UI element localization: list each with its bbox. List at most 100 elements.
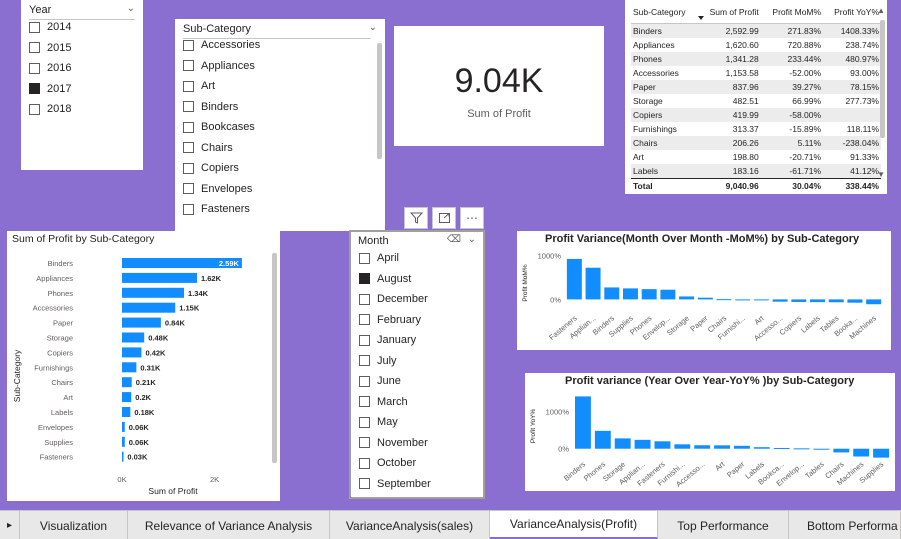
bar-furnishi[interactable] <box>674 444 691 449</box>
bar-fasteners[interactable] <box>654 441 671 449</box>
checkbox[interactable] <box>359 252 370 264</box>
matrix-header[interactable]: Profit YoY% <box>823 4 881 24</box>
year-option-2018[interactable]: 2018 <box>29 103 71 115</box>
bar-machines[interactable] <box>853 448 870 457</box>
bar-storage[interactable] <box>122 332 145 343</box>
checkbox[interactable] <box>183 121 194 133</box>
checkbox[interactable] <box>183 203 194 215</box>
chevron-down-icon[interactable]: ⌄ <box>468 234 476 245</box>
tab-varianceanalysis-profit[interactable]: VarianceAnalysis(Profit) <box>490 511 658 539</box>
checkbox[interactable] <box>359 314 370 325</box>
bar-art[interactable] <box>714 445 731 449</box>
checkbox[interactable] <box>29 21 40 33</box>
scrollbar[interactable] <box>880 20 885 138</box>
month-option-may[interactable]: May <box>359 416 398 428</box>
bar-chairs[interactable] <box>716 299 732 301</box>
bar-paper[interactable] <box>122 317 161 328</box>
checkbox[interactable] <box>359 334 370 346</box>
subcategory-option-appliances[interactable]: Appliances <box>183 60 255 72</box>
bar-fasteners[interactable] <box>566 258 582 300</box>
bar-binders[interactable] <box>574 396 591 449</box>
bar-storage[interactable] <box>614 438 631 449</box>
bar-phones[interactable] <box>122 287 185 298</box>
checkbox[interactable] <box>359 273 370 284</box>
tab-relevance-of-variance-analysis[interactable]: Relevance of Variance Analysis <box>128 511 330 539</box>
subcategory-option-bookcases[interactable]: Bookcases <box>183 121 255 133</box>
chevron-down-icon[interactable]: ⌄ <box>127 3 135 14</box>
bar-chairs[interactable] <box>122 377 132 388</box>
checkbox[interactable] <box>29 62 40 74</box>
checkbox[interactable] <box>359 293 370 305</box>
bar-applian[interactable] <box>634 439 651 449</box>
month-option-november[interactable]: November <box>359 437 428 449</box>
checkbox[interactable] <box>183 101 194 112</box>
checkbox[interactable] <box>183 142 194 153</box>
bar-accesso[interactable] <box>694 445 711 449</box>
tab-varianceanalysis-sales[interactable]: VarianceAnalysis(sales) <box>330 511 490 539</box>
month-option-february[interactable]: February <box>359 314 421 326</box>
checkbox[interactable] <box>359 478 370 489</box>
scrollbar[interactable] <box>377 43 382 159</box>
checkbox[interactable] <box>183 80 194 92</box>
bar-phones[interactable] <box>641 289 657 300</box>
tab-top-performance[interactable]: Top Performance <box>658 511 789 539</box>
bar-applian[interactable] <box>585 267 601 300</box>
chevron-down-icon[interactable]: ⌄ <box>369 22 377 33</box>
year-option-2015[interactable]: 2015 <box>29 42 71 54</box>
bar-storage[interactable] <box>679 296 695 300</box>
scrollbar[interactable] <box>272 253 277 463</box>
bar-tables[interactable] <box>828 299 844 303</box>
bar-accesso[interactable] <box>772 299 788 302</box>
bar-supplies[interactable] <box>873 448 890 458</box>
bar-furnishi[interactable] <box>735 299 751 301</box>
filter-icon[interactable] <box>404 207 428 229</box>
checkbox[interactable] <box>359 437 370 448</box>
scroll-down-icon[interactable]: ▼ <box>877 170 885 179</box>
bar-furnishings[interactable] <box>122 362 137 373</box>
bar-supplies[interactable] <box>122 436 125 447</box>
matrix-header[interactable]: Profit MoM% <box>760 4 824 24</box>
month-option-june[interactable]: June <box>359 375 401 387</box>
bar-art[interactable] <box>753 299 769 301</box>
checkbox[interactable] <box>29 83 40 94</box>
bar-accessories[interactable] <box>122 302 176 313</box>
month-option-march[interactable]: March <box>359 396 408 408</box>
tab-bottom-performa[interactable]: Bottom Performa <box>789 511 901 539</box>
checkbox[interactable] <box>359 457 370 469</box>
subcategory-option-fasteners[interactable]: Fasteners <box>183 203 250 215</box>
month-option-december[interactable]: December <box>359 293 428 305</box>
matrix-header[interactable]: Sum of Profit <box>697 4 761 24</box>
month-option-july[interactable]: July <box>359 355 397 367</box>
year-option-2014[interactable]: 2014 <box>29 21 71 33</box>
bar-labels[interactable] <box>122 407 131 417</box>
bar-chairs[interactable] <box>833 448 850 453</box>
bar-paper[interactable] <box>733 445 750 449</box>
checkbox[interactable] <box>29 103 40 115</box>
bar-paper[interactable] <box>697 297 713 300</box>
focus-mode-icon[interactable] <box>432 207 456 229</box>
month-option-october[interactable]: October <box>359 457 416 469</box>
checkbox[interactable] <box>183 39 194 51</box>
bar-labels[interactable] <box>753 447 770 449</box>
checkbox[interactable] <box>183 183 194 194</box>
bar-appliances[interactable] <box>122 272 197 283</box>
checkbox[interactable] <box>183 60 194 71</box>
bar-binders[interactable] <box>604 287 620 300</box>
year-option-2016[interactable]: 2016 <box>29 62 71 74</box>
tab-scroll-prev[interactable]: ▸ <box>0 511 20 539</box>
matrix-header[interactable]: Sub-Category <box>631 4 698 24</box>
month-option-january[interactable]: January <box>359 334 416 346</box>
checkbox[interactable] <box>359 416 370 428</box>
bar-phones[interactable] <box>594 430 611 449</box>
bar-booka[interactable] <box>847 299 863 303</box>
bar-machines[interactable] <box>866 299 882 305</box>
bar-supplies[interactable] <box>622 288 638 300</box>
month-option-september[interactable]: September <box>359 478 431 490</box>
month-option-april[interactable]: April <box>359 252 399 264</box>
bar-tables[interactable] <box>813 448 830 450</box>
bar-bookca[interactable] <box>773 447 790 449</box>
more-options-icon[interactable]: ⋯ <box>460 207 484 229</box>
bar-envelop[interactable] <box>793 448 810 450</box>
bar-copiers[interactable] <box>791 299 807 302</box>
bar-art[interactable] <box>122 392 132 403</box>
